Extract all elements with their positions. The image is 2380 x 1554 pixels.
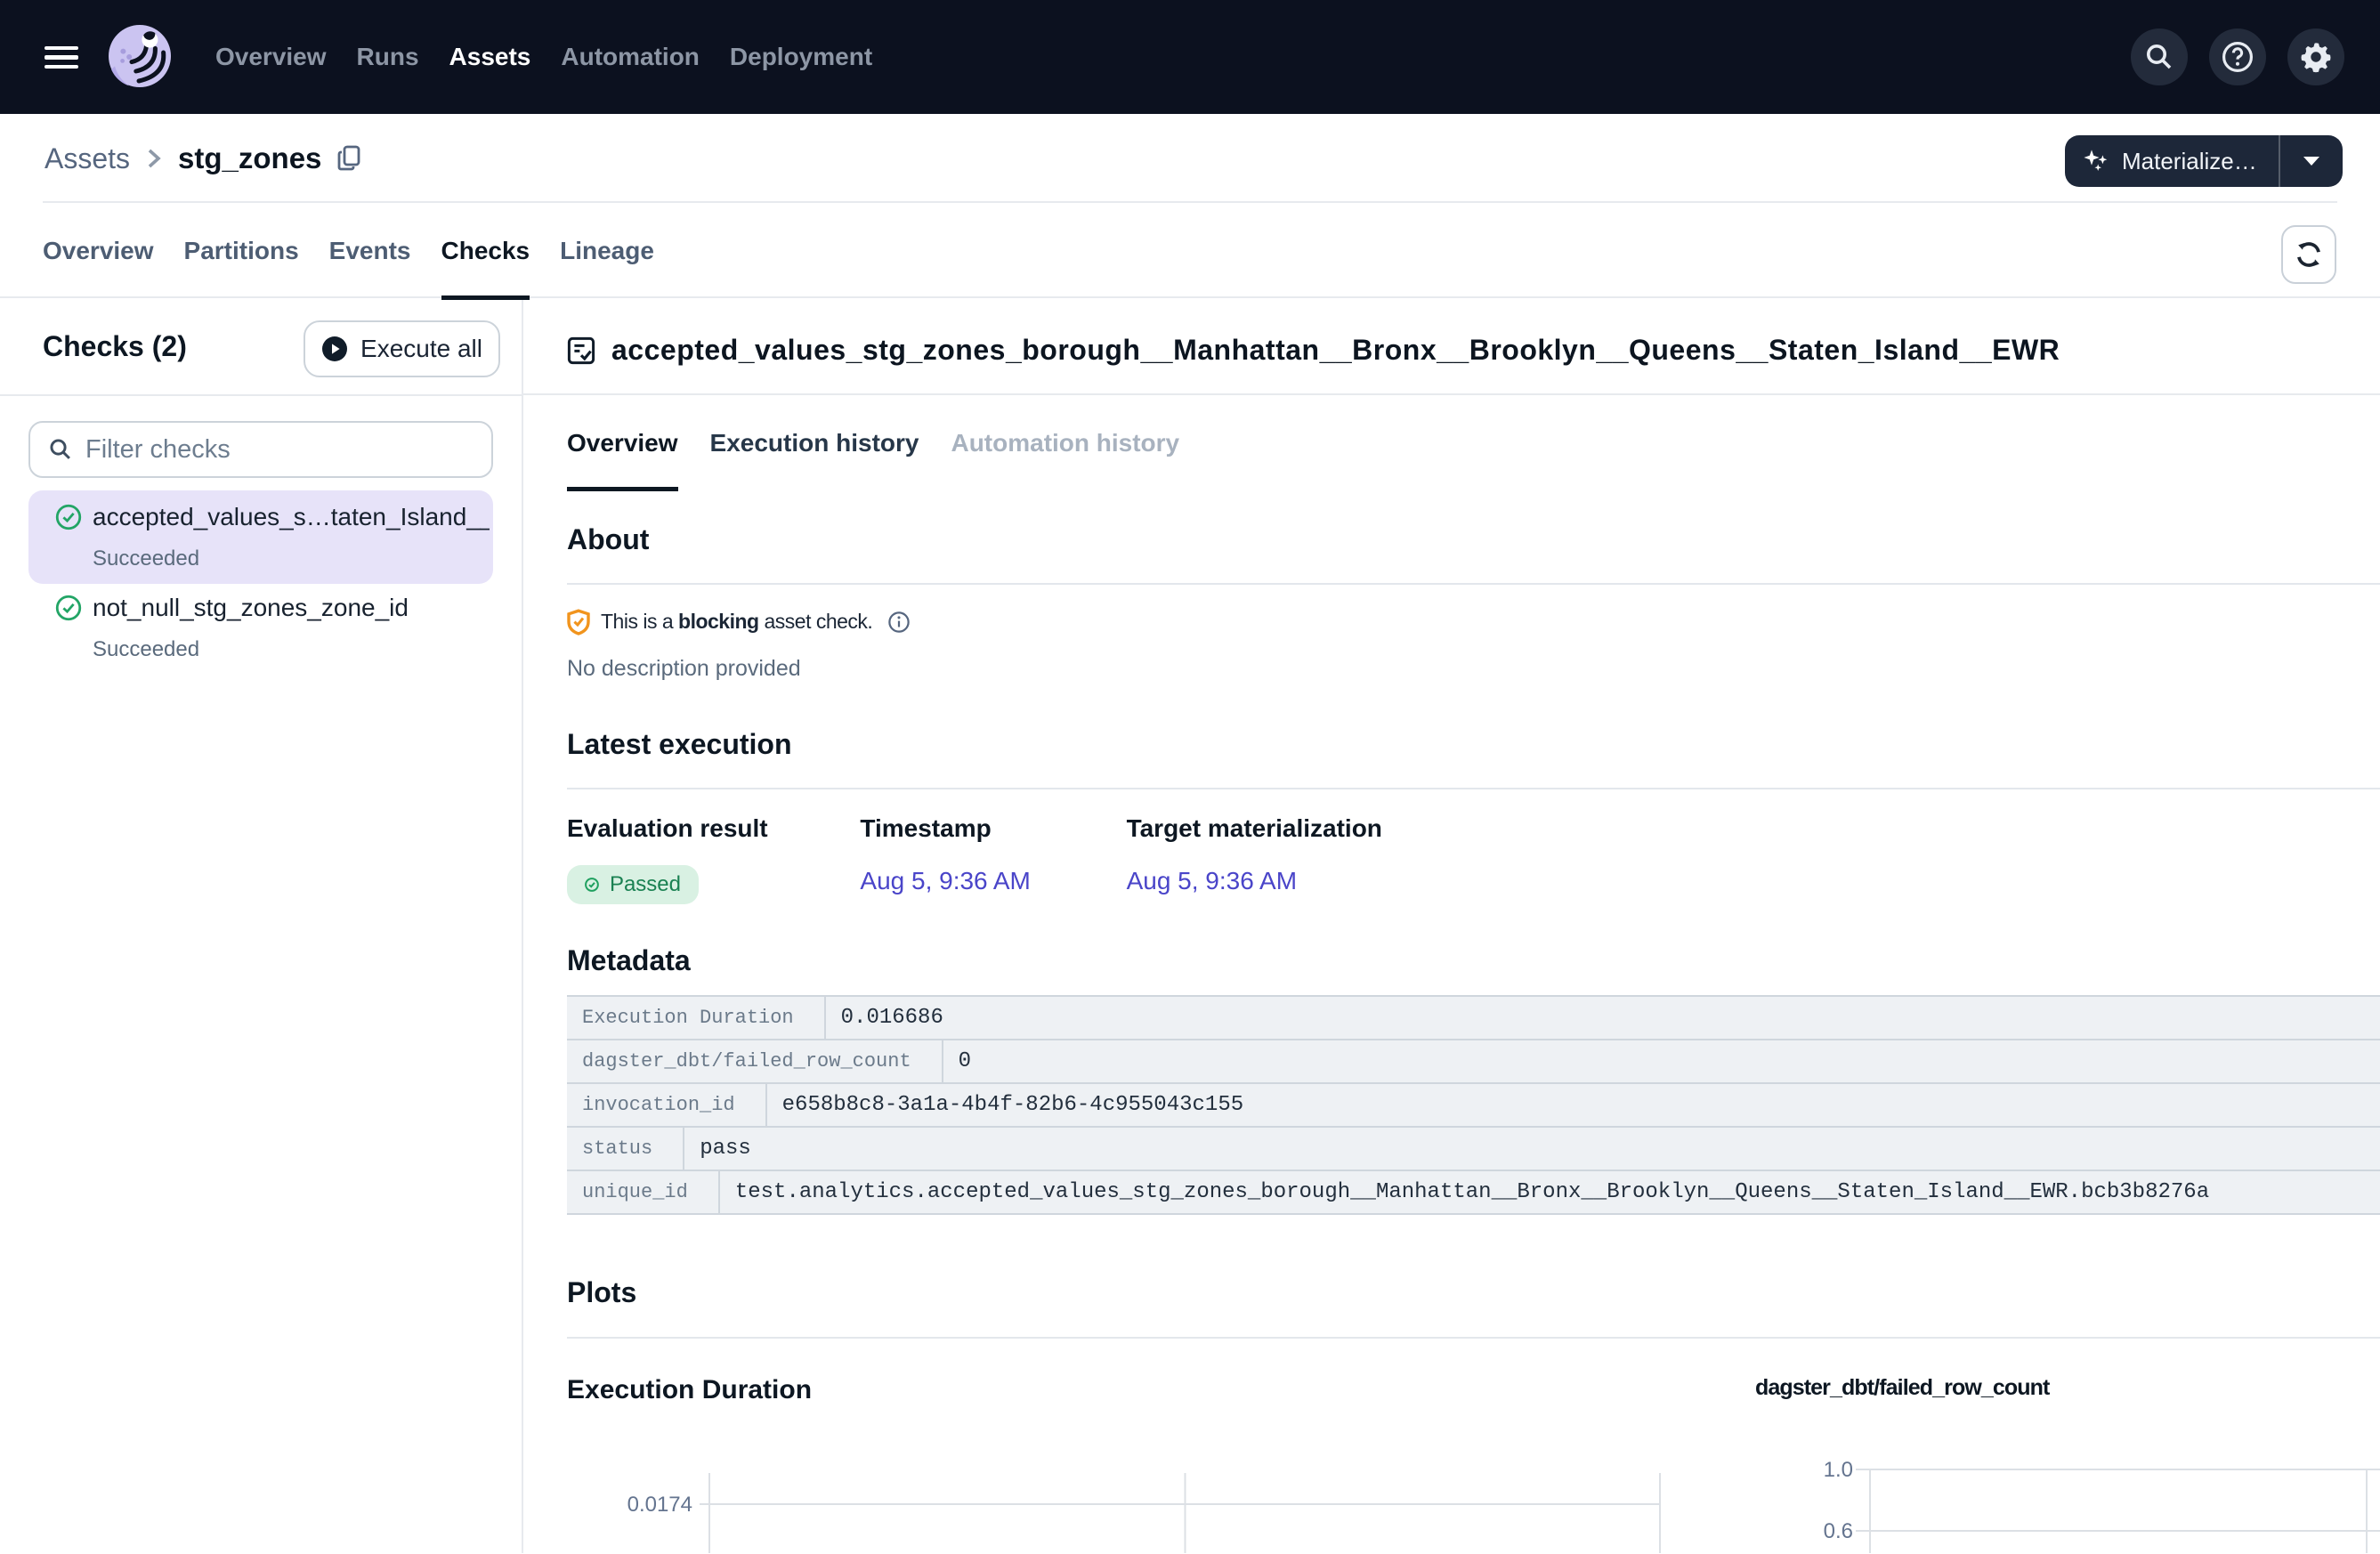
svg-text:0.0174: 0.0174: [627, 1493, 692, 1517]
svg-text:0.6: 0.6: [1824, 1519, 1853, 1543]
svg-text:1.0: 1.0: [1824, 1458, 1853, 1482]
